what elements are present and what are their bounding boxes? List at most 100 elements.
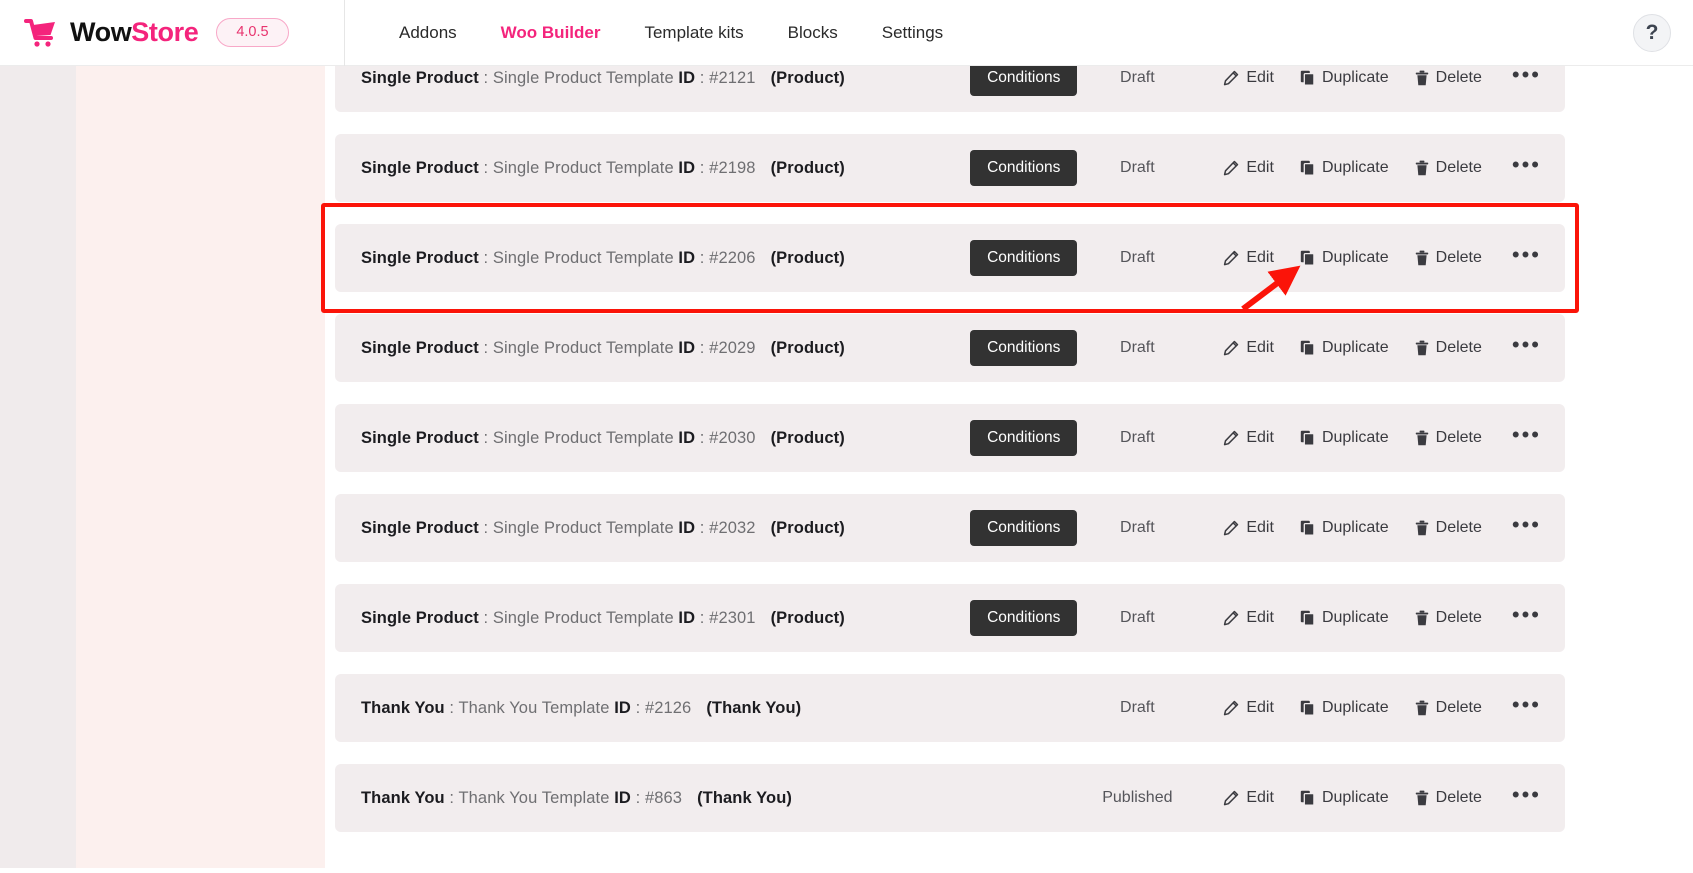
trash-delete-icon <box>1415 430 1429 446</box>
template-row[interactable]: Single Product : Single Product Template… <box>335 134 1565 202</box>
help-icon[interactable]: ? <box>1633 14 1671 52</box>
delete-button[interactable]: Delete <box>1415 335 1482 361</box>
duplicate-button[interactable]: Duplicate <box>1300 515 1389 541</box>
template-row[interactable]: Single Product : Single Product Template… <box>335 584 1565 652</box>
pencil-edit-icon <box>1223 250 1239 266</box>
delete-label: Delete <box>1435 159 1482 176</box>
template-row-title: Single Product : Single Product Template… <box>361 68 845 87</box>
edit-label: Edit <box>1246 699 1274 716</box>
template-id-label: ID <box>678 158 696 177</box>
template-row-title: Single Product : Single Product Template… <box>361 248 845 267</box>
ellipsis-more-icon[interactable]: ••• <box>1512 334 1541 362</box>
edit-button[interactable]: Edit <box>1223 515 1274 541</box>
template-row[interactable]: Single Product : Single Product Template… <box>335 224 1565 292</box>
template-type: Single Product <box>361 338 479 357</box>
conditions-button[interactable]: Conditions <box>970 420 1078 456</box>
template-row[interactable]: Single Product : Single Product Template… <box>335 404 1565 472</box>
template-id-label: ID <box>678 428 696 447</box>
status-badge: Published <box>1102 789 1173 806</box>
delete-button[interactable]: Delete <box>1415 515 1482 541</box>
ellipsis-more-icon[interactable]: ••• <box>1512 154 1541 182</box>
duplicate-button[interactable]: Duplicate <box>1300 425 1389 451</box>
template-row[interactable]: Thank You : Thank You Template ID : #212… <box>335 674 1565 742</box>
ellipsis-more-icon[interactable]: ••• <box>1512 604 1541 632</box>
delete-button[interactable]: Delete <box>1415 155 1482 181</box>
pencil-edit-icon <box>1223 790 1239 806</box>
trash-delete-icon <box>1415 70 1429 86</box>
conditions-button[interactable]: Conditions <box>970 240 1078 276</box>
nav-item-woo-builder[interactable]: Woo Builder <box>479 15 623 51</box>
edit-button[interactable]: Edit <box>1223 425 1274 451</box>
duplicate-button[interactable]: Duplicate <box>1300 695 1389 721</box>
delete-button[interactable]: Delete <box>1415 605 1482 631</box>
delete-button[interactable]: Delete <box>1415 785 1482 811</box>
status-badge: Draft <box>1120 609 1155 626</box>
delete-button[interactable]: Delete <box>1415 695 1482 721</box>
conditions-button[interactable]: Conditions <box>970 600 1078 636</box>
nav-item-template-kits[interactable]: Template kits <box>622 15 765 51</box>
edit-button[interactable]: Edit <box>1223 65 1274 91</box>
copy-duplicate-icon <box>1300 700 1315 716</box>
duplicate-label: Duplicate <box>1321 159 1389 176</box>
template-row-title: Single Product : Single Product Template… <box>361 338 845 357</box>
delete-label: Delete <box>1435 339 1482 356</box>
template-type: Single Product <box>361 158 479 177</box>
ellipsis-more-icon[interactable]: ••• <box>1512 784 1541 812</box>
trash-delete-icon <box>1415 520 1429 536</box>
status-badge: Draft <box>1120 699 1155 716</box>
copy-duplicate-icon <box>1300 160 1315 176</box>
duplicate-label: Duplicate <box>1321 789 1389 806</box>
template-row[interactable]: Single Product : Single Product Template… <box>335 314 1565 382</box>
delete-button[interactable]: Delete <box>1415 425 1482 451</box>
pencil-edit-icon <box>1223 70 1239 86</box>
ellipsis-more-icon[interactable]: ••• <box>1512 514 1541 542</box>
trash-delete-icon <box>1415 610 1429 626</box>
template-row-title: Single Product : Single Product Template… <box>361 518 845 537</box>
edit-label: Edit <box>1246 429 1274 446</box>
ellipsis-more-icon[interactable]: ••• <box>1512 244 1541 272</box>
delete-button[interactable]: Delete <box>1415 65 1482 91</box>
ellipsis-more-icon[interactable]: ••• <box>1512 64 1541 92</box>
template-row[interactable]: Single Product : Single Product Template… <box>335 494 1565 562</box>
edit-button[interactable]: Edit <box>1223 605 1274 631</box>
edit-button[interactable]: Edit <box>1223 155 1274 181</box>
nav-item-settings[interactable]: Settings <box>860 15 965 51</box>
conditions-button[interactable]: Conditions <box>970 510 1078 546</box>
template-id-label: ID <box>678 518 696 537</box>
status-badge: Draft <box>1120 429 1155 446</box>
conditions-button[interactable]: Conditions <box>970 150 1078 186</box>
duplicate-button[interactable]: Duplicate <box>1300 605 1389 631</box>
duplicate-button[interactable]: Duplicate <box>1300 155 1389 181</box>
template-row[interactable]: Thank You : Thank You Template ID : #863… <box>335 764 1565 832</box>
duplicate-label: Duplicate <box>1321 519 1389 536</box>
pencil-edit-icon <box>1223 520 1239 536</box>
delete-label: Delete <box>1435 249 1482 266</box>
template-post-type: (Product) <box>770 518 845 537</box>
duplicate-button[interactable]: Duplicate <box>1300 65 1389 91</box>
template-post-type: (Product) <box>770 338 845 357</box>
duplicate-button[interactable]: Duplicate <box>1300 245 1389 271</box>
copy-duplicate-icon <box>1300 610 1315 626</box>
template-row-actions: Conditions Draft Edit Duplicate Delete ••• <box>970 330 1543 366</box>
duplicate-button[interactable]: Duplicate <box>1300 785 1389 811</box>
edit-button[interactable]: Edit <box>1223 335 1274 361</box>
pencil-edit-icon <box>1223 340 1239 356</box>
top-header-bar: WowStore 4.0.5 Addons Woo Builder Templa… <box>0 0 1693 66</box>
edit-button[interactable]: Edit <box>1223 245 1274 271</box>
ellipsis-more-icon[interactable]: ••• <box>1512 694 1541 722</box>
ellipsis-more-icon[interactable]: ••• <box>1512 424 1541 452</box>
conditions-button[interactable]: Conditions <box>970 330 1078 366</box>
brand-title-second: Store <box>131 17 199 47</box>
duplicate-label: Duplicate <box>1321 699 1389 716</box>
delete-button[interactable]: Delete <box>1415 245 1482 271</box>
edit-button[interactable]: Edit <box>1223 695 1274 721</box>
duplicate-button[interactable]: Duplicate <box>1300 335 1389 361</box>
nav-item-addons[interactable]: Addons <box>377 15 479 51</box>
nav-item-blocks[interactable]: Blocks <box>766 15 860 51</box>
template-row-actions: Conditions Draft Edit Duplicate Delete ••• <box>970 420 1543 456</box>
template-row-title: Thank You : Thank You Template ID : #212… <box>361 698 802 717</box>
edit-label: Edit <box>1246 159 1274 176</box>
edit-label: Edit <box>1246 609 1274 626</box>
edit-button[interactable]: Edit <box>1223 785 1274 811</box>
template-row-actions: Conditions Draft Edit Duplicate Delete ••• <box>970 240 1543 276</box>
